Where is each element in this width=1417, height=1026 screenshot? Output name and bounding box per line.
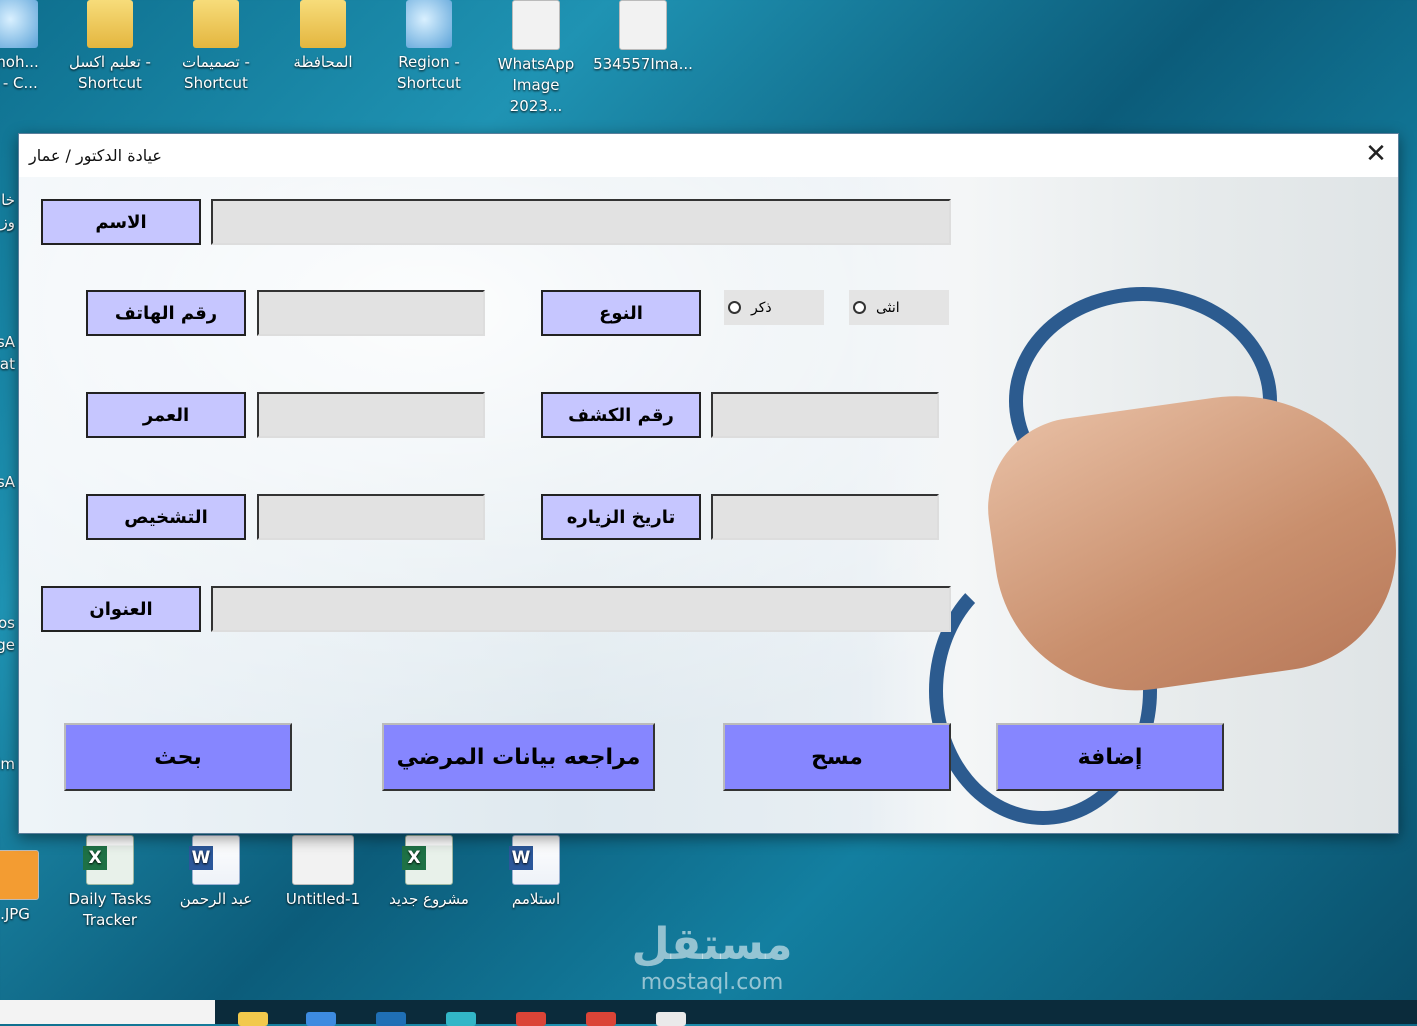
desktop-icon-label: المحافظة [293, 53, 353, 71]
gender-female-radio[interactable]: انثى [849, 290, 949, 325]
visit-date-input[interactable] [713, 496, 937, 538]
exam-number-input[interactable] [713, 394, 937, 436]
name-field[interactable] [211, 199, 951, 245]
name-input[interactable] [213, 201, 949, 243]
close-icon[interactable]: ✕ [1354, 134, 1398, 177]
address-field[interactable] [211, 586, 951, 632]
desktop-icon-label: تعليم اكسل - [69, 53, 151, 71]
desktop-icon-label: Image 2023... [509, 76, 563, 115]
clear-button[interactable]: مسح [723, 723, 951, 791]
address-input[interactable] [213, 588, 949, 630]
desktop-icon-label: WhatsApp [497, 55, 575, 73]
gender-female-label: انثى [876, 299, 900, 316]
word-file-icon: W [189, 835, 240, 885]
diagnosis-label: التشخيص [86, 494, 246, 540]
age-label: العمر [86, 392, 246, 438]
desktop-icon-label: Shortcut [184, 74, 248, 92]
user-avatar-icon [0, 0, 38, 48]
desktop-edge-label: tsA [0, 333, 15, 351]
address-label: العنوان [41, 586, 201, 632]
phone-label: رقم الهاتف [86, 290, 246, 336]
phone-input[interactable] [259, 292, 483, 334]
image-file-icon [292, 835, 354, 885]
window-title: عيادة الدكتور / عمار [29, 146, 162, 165]
image-file-icon [0, 850, 39, 900]
radio-circle-icon [728, 301, 741, 314]
desktop-icon-region[interactable]: Region - Shortcut [379, 0, 479, 94]
desktop-icon-designs[interactable]: تصميمات - Shortcut [166, 0, 266, 94]
taskbar [0, 1000, 1417, 1026]
search-button[interactable]: بحث [64, 723, 292, 791]
form-area: الاسم رقم الهاتف النوع ذكر انثى العمر رق… [19, 177, 1398, 833]
desktop-icon-jpg[interactable]: .JPG [0, 850, 65, 925]
desktop-edge-label: im [0, 755, 15, 773]
radio-circle-icon [853, 301, 866, 314]
add-button[interactable]: إضافة [996, 723, 1224, 791]
name-label: الاسم [41, 199, 201, 245]
watermark-arabic: مستقل [631, 919, 793, 970]
gender-label: النوع [541, 290, 701, 336]
desktop-edge-label: وز [0, 213, 16, 231]
desktop-icon-daily-tasks[interactable]: X Daily Tasks Tracker [60, 835, 160, 931]
desktop-icon-receipt[interactable]: W استلامم [486, 835, 586, 910]
age-field[interactable] [257, 392, 485, 438]
phone-field[interactable] [257, 290, 485, 336]
watermark-latin: mostaql.com [640, 970, 784, 995]
desktop-icon-label: استلامم [511, 890, 561, 908]
desktop-icon-label: Shortcut [78, 74, 142, 92]
visit-date-label: تاريخ الزياره [541, 494, 701, 540]
taskbar-search-area[interactable] [0, 1000, 215, 1024]
desktop-icon-label: moh... [0, 53, 39, 71]
desktop-icon-label: 534557Ima... [593, 55, 693, 73]
clinic-window: عيادة الدكتور / عمار ✕ الاسم رقم الهاتف … [18, 133, 1399, 834]
word-file-icon: W [509, 835, 560, 885]
desktop-icon-label: عبد الرحمن [179, 890, 253, 908]
folder-icon [87, 0, 133, 48]
desktop-icon-label: Untitled-1 [285, 890, 361, 908]
gender-male-label: ذكر [751, 299, 772, 316]
desktop-icon-label: Region - [398, 53, 460, 71]
desktop-icon-label: Tracker [82, 911, 138, 929]
age-input[interactable] [259, 394, 483, 436]
desktop-icon-user[interactable]: moh... ) - C... [0, 0, 65, 94]
desktop-icon-whatsapp-image[interactable]: WhatsApp Image 2023... [486, 0, 586, 117]
desktop-edge-label: os [0, 614, 15, 632]
desktop-icon-label: .JPG [0, 905, 30, 923]
desktop-icon-label: Shortcut [397, 74, 461, 92]
exam-number-label: رقم الكشف [541, 392, 701, 438]
desktop-edge-label: lge [0, 636, 15, 654]
review-patients-button[interactable]: مراجعه بيانات المرضي [382, 723, 655, 791]
desktop-icon-excel-course[interactable]: تعليم اكسل - Shortcut [60, 0, 160, 94]
diagnosis-input[interactable] [259, 496, 483, 538]
image-file-icon [512, 0, 560, 50]
desktop-icon-governorate[interactable]: المحافظة [273, 0, 373, 73]
watermark: مستقل mostaql.com [622, 920, 802, 996]
desktop-icon-image-file[interactable]: 534557Ima... [593, 0, 693, 75]
desktop-icon-untitled[interactable]: Untitled-1 [273, 835, 373, 910]
image-file-icon [619, 0, 667, 50]
excel-file-icon: X [83, 835, 134, 885]
gender-male-radio[interactable]: ذكر [724, 290, 824, 325]
folder-icon [193, 0, 239, 48]
folder-icon [300, 0, 346, 48]
desktop-icon-label: ) - C... [0, 74, 38, 92]
desktop-icon-label: Daily Tasks [68, 890, 152, 908]
desktop-icon-label: تصميمات - [182, 53, 250, 71]
desktop-edge-label: tsA [0, 473, 15, 491]
desktop-icon-new-project[interactable]: X مشروع جديد [379, 835, 479, 910]
desktop-edge-label: خا [1, 191, 15, 209]
desktop-edge-label: dat [0, 355, 15, 373]
visit-date-field[interactable] [711, 494, 939, 540]
title-bar[interactable]: عيادة الدكتور / عمار ✕ [19, 134, 1398, 177]
desktop-icon-abdelrahman[interactable]: W عبد الرحمن [166, 835, 266, 910]
globe-clock-icon [406, 0, 452, 48]
desktop-icon-label: مشروع جديد [389, 890, 469, 908]
excel-file-icon: X [402, 835, 453, 885]
exam-number-field[interactable] [711, 392, 939, 438]
diagnosis-field[interactable] [257, 494, 485, 540]
